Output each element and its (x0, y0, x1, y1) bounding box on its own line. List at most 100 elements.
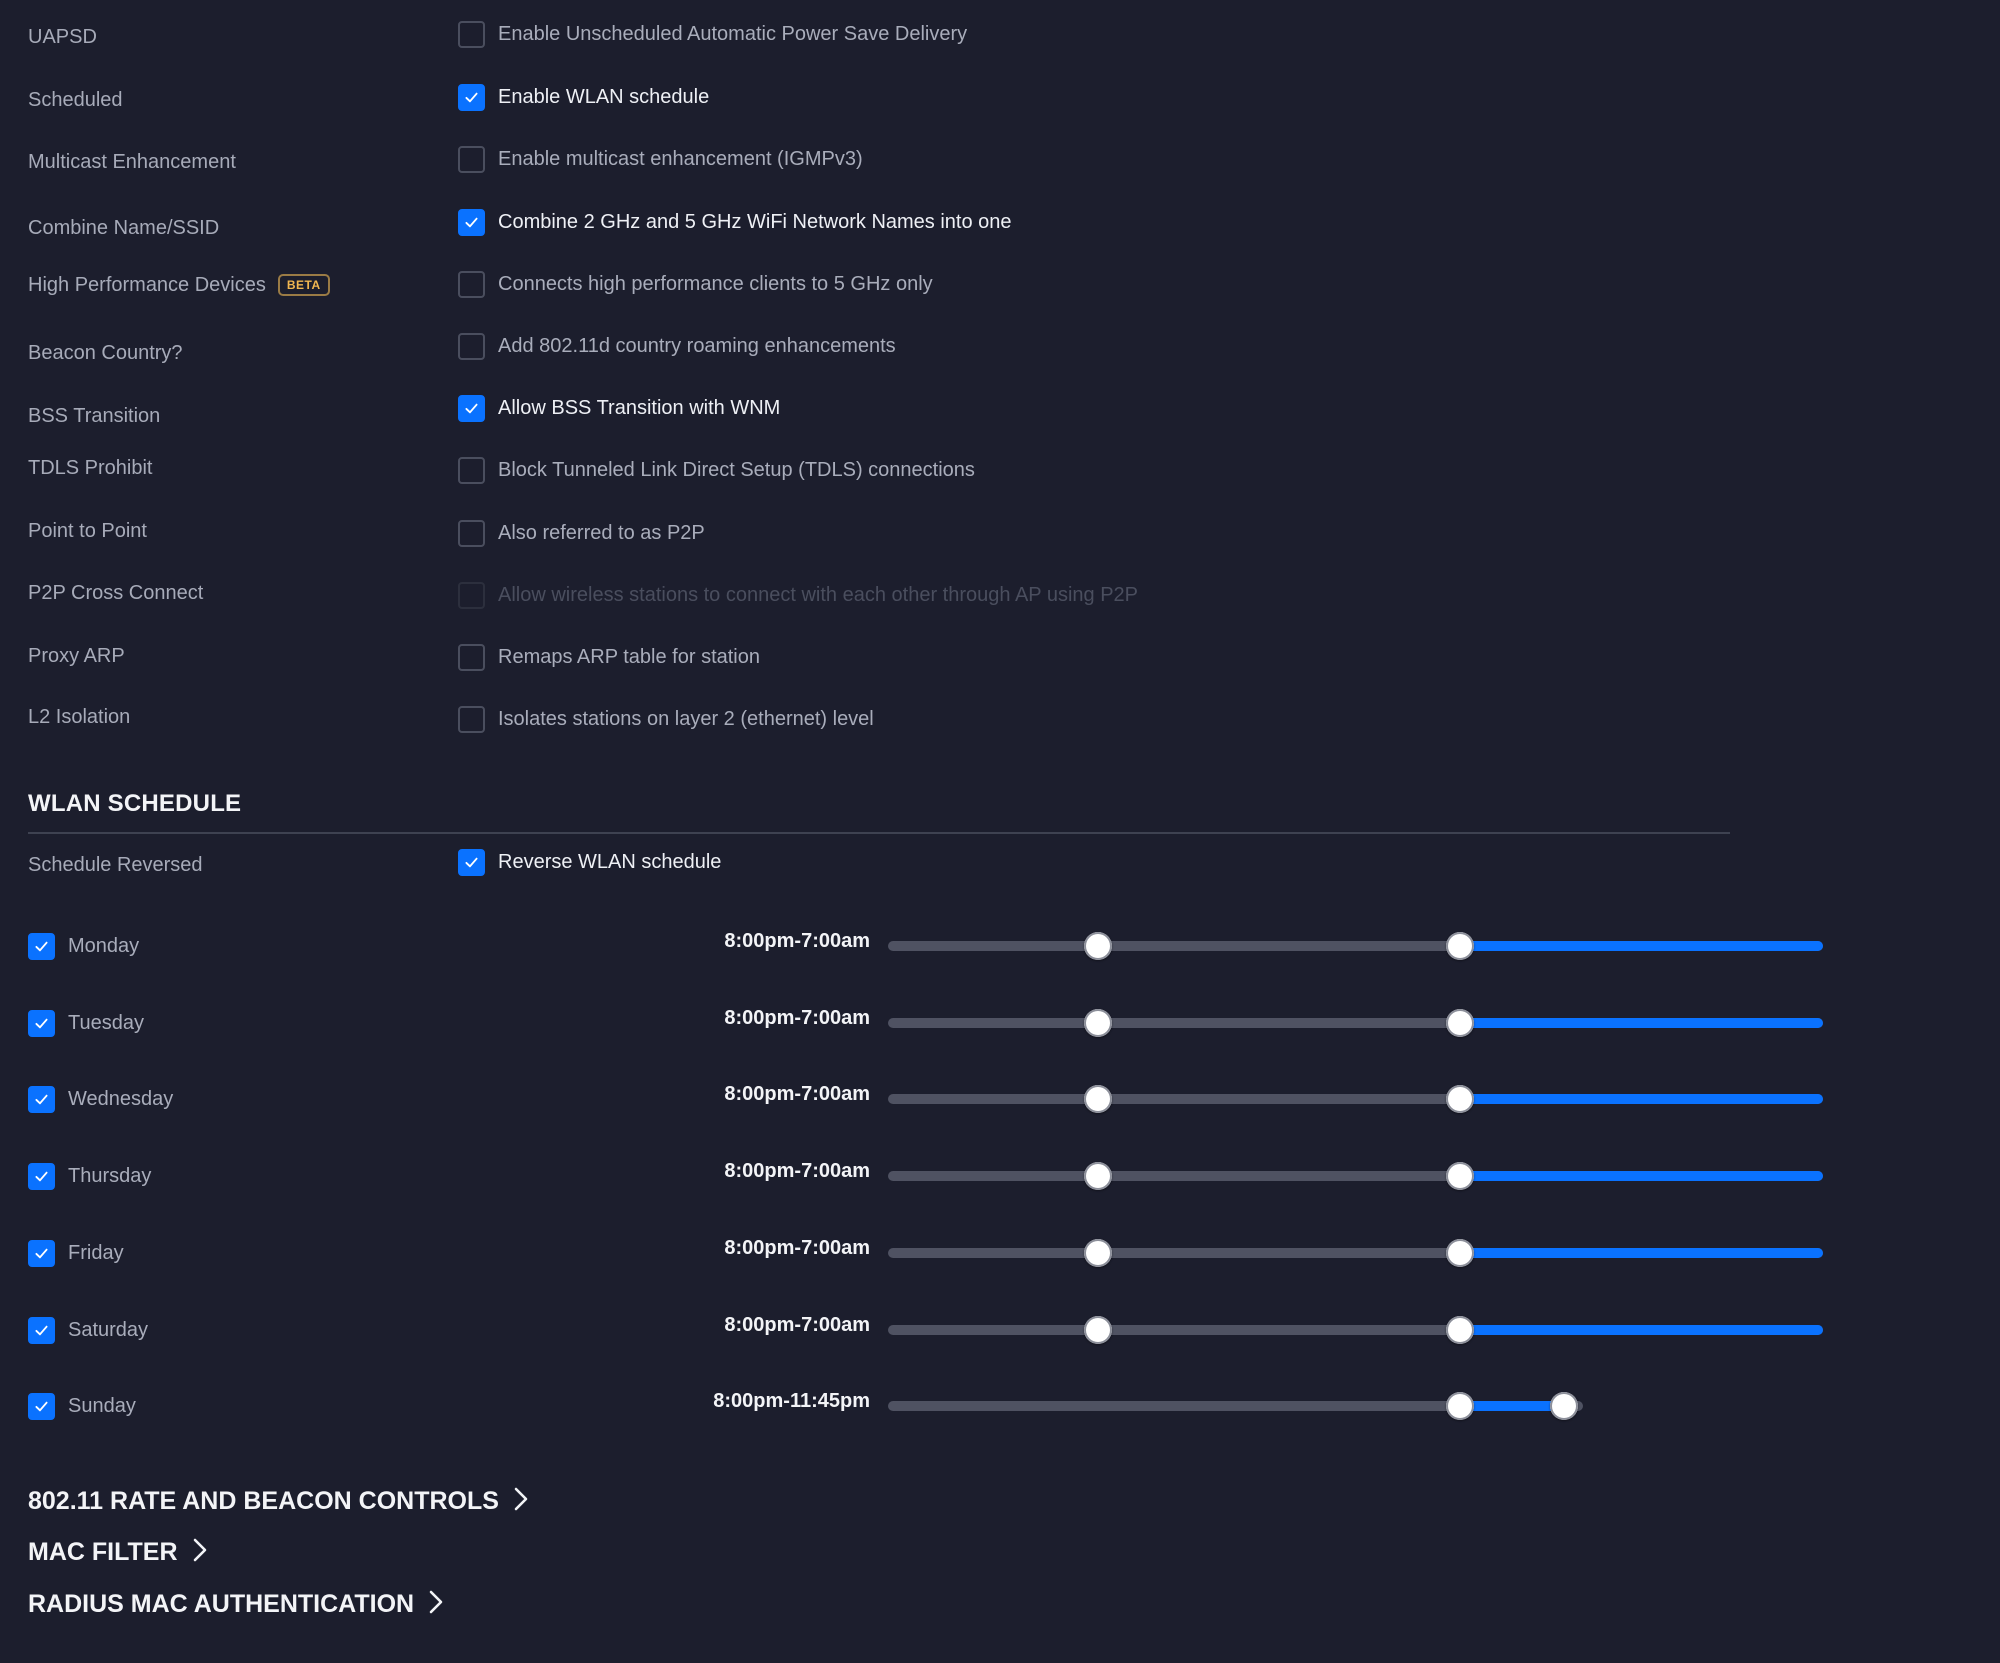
section-label: 802.11 RATE AND BEACON CONTROLS (28, 1487, 499, 1515)
schedule-active-range (1460, 1248, 1823, 1258)
combine-name-ssid-description: Combine 2 GHz and 5 GHz WiFi Network Nam… (498, 210, 1012, 233)
day-monday[interactable]: Monday (28, 932, 139, 960)
uapsd-checkbox[interactable] (458, 20, 485, 48)
schedule-time-range: 8:00pm-7:00am (724, 1007, 870, 1029)
day-name: Sunday (68, 1394, 136, 1417)
checkmark-icon (35, 1325, 48, 1335)
option-label-text: Beacon Country? (28, 342, 183, 364)
high-performance-devices-label: High Performance Devices BETA (28, 273, 330, 297)
day-name: Thursday (68, 1164, 152, 1187)
slider-start-handle[interactable] (1083, 1009, 1112, 1037)
combine-name-ssid-option[interactable]: Combine 2 GHz and 5 GHz WiFi Network Nam… (458, 208, 1012, 236)
uapsd-option[interactable]: Enable Unscheduled Automatic Power Save … (458, 20, 967, 48)
l2-isolation-label: L2 Isolation (28, 705, 130, 729)
schedule-time-range: 8:00pm-7:00am (724, 1160, 870, 1182)
checkmark-icon (465, 92, 478, 102)
uapsd-description: Enable Unscheduled Automatic Power Save … (498, 22, 968, 45)
high-performance-devices-option[interactable]: Connects high performance clients to 5 G… (458, 270, 933, 298)
slider-start-handle[interactable] (1083, 1162, 1112, 1190)
scheduled-checkbox[interactable] (458, 83, 485, 111)
l2-isolation-option[interactable]: Isolates stations on layer 2 (ethernet) … (458, 705, 874, 733)
day-wednesday[interactable]: Wednesday (28, 1085, 173, 1113)
chevron-right-icon (178, 1537, 208, 1568)
section-label: MAC FILTER (28, 1538, 178, 1566)
high-performance-devices-checkbox[interactable] (458, 270, 485, 298)
point-to-point-label: Point to Point (28, 519, 147, 543)
checkmark-icon (465, 857, 478, 867)
monday-checkbox[interactable] (28, 932, 55, 960)
bss-transition-label: BSS Transition (28, 404, 160, 428)
p2p-cross-connect-description: Allow wireless stations to connect with … (498, 583, 1138, 606)
section-802-11-rate-and-beacon-controls[interactable]: 802.11 RATE AND BEACON CONTROLS (28, 1486, 529, 1517)
day-name: Wednesday (68, 1087, 174, 1110)
scheduled-description: Enable WLAN schedule (498, 85, 710, 108)
checkmark-icon (35, 1018, 48, 1028)
multicast-enhancement-option[interactable]: Enable multicast enhancement (IGMPv3) (458, 145, 863, 173)
thursday-checkbox[interactable] (28, 1162, 55, 1190)
schedule-active-range (1460, 941, 1823, 951)
saturday-checkbox[interactable] (28, 1316, 55, 1344)
multicast-enhancement-description: Enable multicast enhancement (IGMPv3) (498, 147, 863, 170)
point-to-point-option[interactable]: Also referred to as P2P (458, 519, 705, 547)
option-label-text: High Performance Devices (28, 274, 266, 296)
slider-start-handle[interactable] (1083, 1316, 1112, 1344)
option-label-text: TDLS Prohibit (28, 457, 153, 479)
reverse-schedule-checkbox[interactable] (458, 848, 485, 876)
wednesday-checkbox[interactable] (28, 1085, 55, 1113)
wlan-schedule-title: WLAN SCHEDULE (28, 790, 242, 817)
section-mac-filter[interactable]: MAC FILTER (28, 1537, 208, 1568)
section-label: RADIUS MAC AUTHENTICATION (28, 1590, 415, 1618)
day-thursday[interactable]: Thursday (28, 1162, 151, 1190)
p2p-cross-connect-label: P2P Cross Connect (28, 581, 203, 605)
day-sunday[interactable]: Sunday (28, 1392, 136, 1420)
option-label-text: P2P Cross Connect (28, 582, 204, 604)
bss-transition-option[interactable]: Allow BSS Transition with WNM (458, 394, 780, 422)
multicast-enhancement-checkbox[interactable] (458, 145, 485, 173)
schedule-active-range (1460, 1401, 1565, 1411)
slider-end-handle[interactable] (1446, 1085, 1474, 1113)
proxy-arp-option[interactable]: Remaps ARP table for station (458, 643, 760, 671)
sunday-checkbox[interactable] (28, 1392, 55, 1420)
beacon-country-label: Beacon Country? (28, 341, 183, 365)
slider-end-handle[interactable] (1446, 1162, 1474, 1190)
slider-start-handle[interactable] (1083, 932, 1112, 960)
tdls-prohibit-description: Block Tunneled Link Direct Setup (TDLS) … (498, 458, 975, 481)
reverse-schedule-option[interactable]: Reverse WLAN schedule (458, 848, 721, 876)
checkmark-icon (35, 1094, 48, 1104)
option-label-text: Multicast Enhancement (28, 151, 236, 173)
point-to-point-checkbox[interactable] (458, 519, 485, 547)
slider-start-handle[interactable] (1083, 1085, 1112, 1113)
slider-end-handle[interactable] (1446, 1009, 1474, 1037)
proxy-arp-checkbox[interactable] (458, 643, 485, 671)
day-friday[interactable]: Friday (28, 1239, 124, 1267)
day-tuesday[interactable]: Tuesday (28, 1009, 144, 1037)
scheduled-option[interactable]: Enable WLAN schedule (458, 83, 709, 111)
friday-checkbox[interactable] (28, 1239, 55, 1267)
slider-end-handle[interactable] (1446, 932, 1474, 960)
tdls-prohibit-checkbox[interactable] (458, 456, 485, 484)
slider-end-handle[interactable] (1446, 1316, 1474, 1344)
beacon-country-checkbox[interactable] (458, 332, 485, 360)
checkmark-icon (35, 1401, 48, 1411)
l2-isolation-checkbox[interactable] (458, 705, 485, 733)
slider-start-handle[interactable] (1083, 1239, 1112, 1267)
slider-end-handle[interactable] (1446, 1239, 1474, 1267)
l2-isolation-description: Isolates stations on layer 2 (ethernet) … (498, 707, 874, 730)
schedule-reversed-label: Schedule Reversed (28, 854, 203, 876)
multicast-enhancement-label: Multicast Enhancement (28, 150, 236, 174)
bss-transition-checkbox[interactable] (458, 394, 485, 422)
option-label-text: Scheduled (28, 89, 123, 111)
slider-end-handle[interactable] (1550, 1392, 1579, 1420)
combine-name-ssid-checkbox[interactable] (458, 208, 485, 236)
combine-name-ssid-label: Combine Name/SSID (28, 216, 219, 240)
schedule-time-range: 8:00pm-11:45pm (713, 1390, 870, 1412)
option-label-text: UAPSD (28, 26, 97, 48)
beacon-country-option[interactable]: Add 802.11d country roaming enhancements (458, 332, 896, 360)
option-label-text: Combine Name/SSID (28, 217, 220, 239)
tdls-prohibit-option[interactable]: Block Tunneled Link Direct Setup (TDLS) … (458, 456, 975, 484)
tuesday-checkbox[interactable] (28, 1009, 55, 1037)
section-radius-mac-authentication[interactable]: RADIUS MAC AUTHENTICATION (28, 1589, 444, 1620)
day-saturday[interactable]: Saturday (28, 1316, 148, 1344)
slider-start-handle[interactable] (1446, 1392, 1474, 1420)
day-name: Tuesday (68, 1011, 144, 1034)
